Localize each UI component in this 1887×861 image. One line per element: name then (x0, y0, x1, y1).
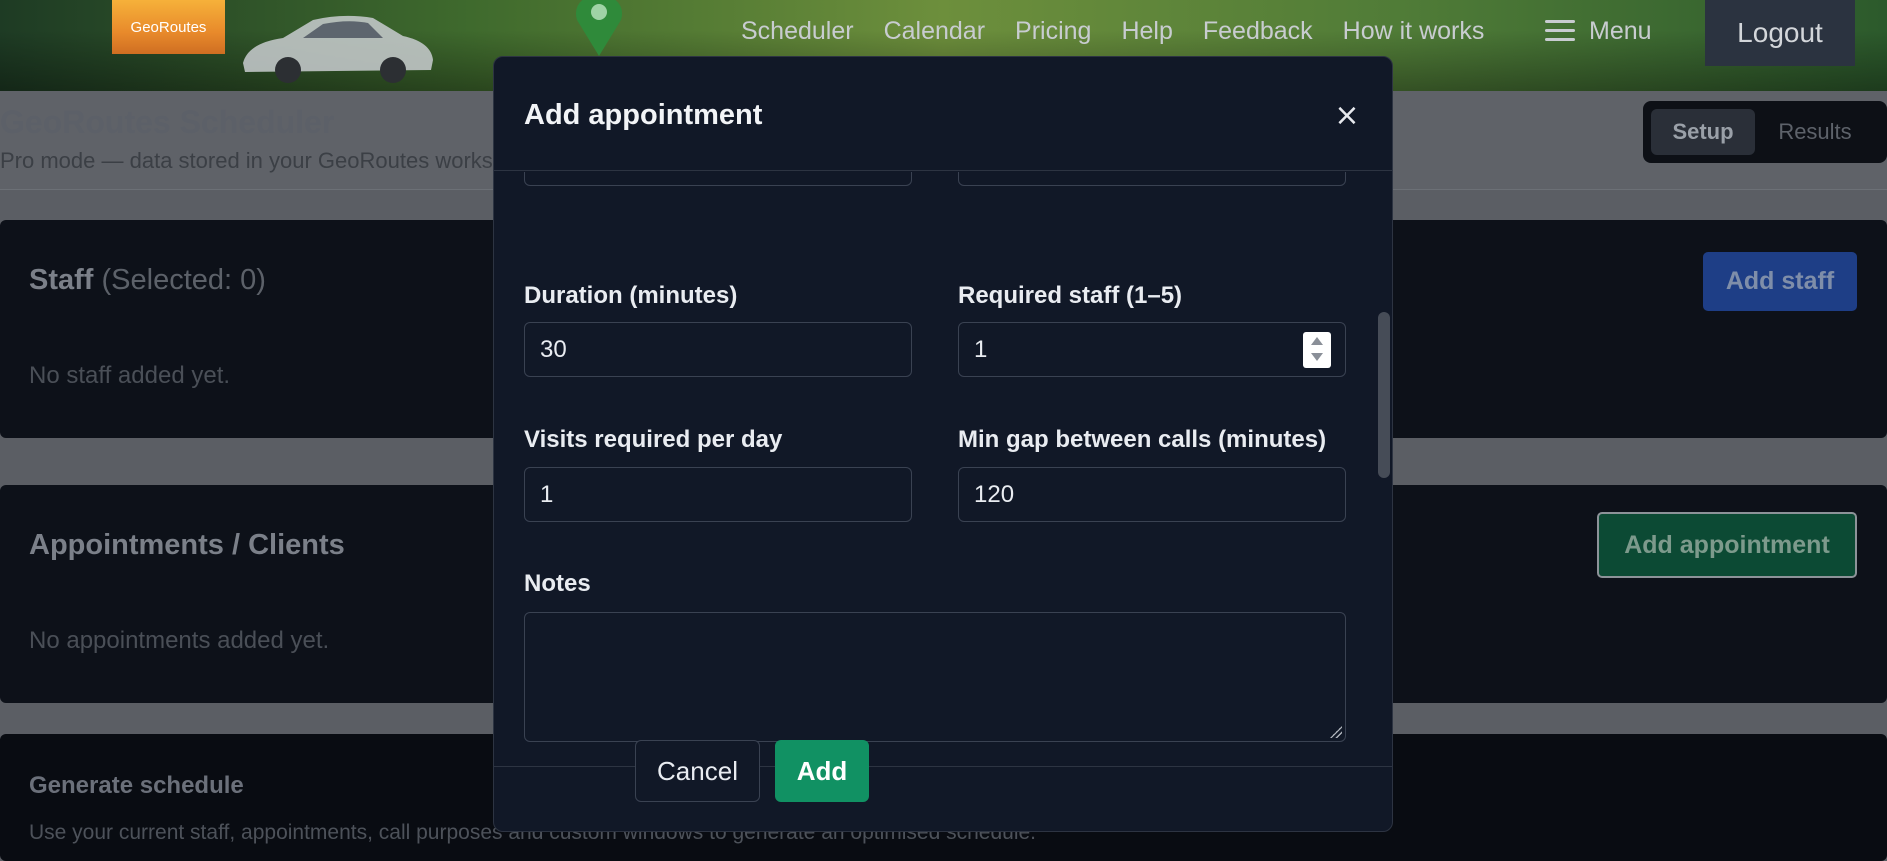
cancel-button[interactable]: Cancel (635, 740, 760, 802)
tab-results[interactable]: Results (1755, 109, 1875, 155)
tab-setup[interactable]: Setup (1651, 109, 1755, 155)
nav-link-scheduler[interactable]: Scheduler (741, 17, 854, 46)
previous-field-input-2[interactable] (958, 172, 1346, 186)
close-icon[interactable]: × (1332, 101, 1362, 131)
required-staff-value: 1 (974, 335, 988, 363)
generate-title: Generate schedule (29, 772, 244, 799)
staff-selected-count: (Selected: 0) (101, 264, 266, 296)
staff-card-title: Staff (Selected: 0) (29, 264, 266, 297)
staff-title-text: Staff (29, 264, 94, 296)
add-button[interactable]: Add (775, 740, 869, 802)
nav-link-feedback[interactable]: Feedback (1203, 17, 1313, 46)
appointments-empty-text: No appointments added yet. (29, 627, 330, 654)
logout-button[interactable]: Logout (1705, 0, 1855, 66)
modal-title: Add appointment (524, 99, 763, 131)
min-gap-value: 120 (974, 480, 1015, 508)
visits-per-day-input[interactable]: 1 (524, 467, 912, 522)
duration-label: Duration (minutes) (524, 282, 738, 309)
add-appointment-modal: Add appointment × Duration (minutes) 30 … (493, 56, 1393, 832)
modal-footer (494, 766, 1392, 831)
nav-link-help[interactable]: Help (1121, 17, 1172, 46)
modal-header: Add appointment × (494, 57, 1392, 171)
required-staff-input[interactable]: 1 (958, 322, 1346, 377)
page-title: GeoRoutes Scheduler (0, 104, 335, 140)
previous-field-input[interactable] (524, 172, 912, 186)
modal-scrollbar[interactable] (1378, 312, 1390, 478)
staff-empty-text: No staff added yet. (29, 362, 231, 389)
min-gap-input[interactable]: 120 (958, 467, 1346, 522)
nav-link-calendar[interactable]: Calendar (884, 17, 985, 46)
menu-button[interactable]: Menu (1545, 12, 1652, 50)
stepper-up-icon[interactable] (1311, 337, 1323, 345)
main-nav: Scheduler Calendar Pricing Help Feedback… (741, 0, 1514, 62)
stepper-down-icon[interactable] (1311, 353, 1323, 361)
car-icon (243, 15, 433, 83)
duration-input[interactable]: 30 (524, 322, 912, 377)
nav-link-pricing[interactable]: Pricing (1015, 17, 1091, 46)
notes-label: Notes (524, 570, 591, 597)
hamburger-icon (1545, 20, 1575, 42)
page-subtitle: Pro mode — data stored in your GeoRoutes… (0, 148, 493, 173)
add-staff-button[interactable]: Add staff (1703, 252, 1857, 311)
number-stepper-icon[interactable] (1303, 332, 1331, 368)
duration-value: 30 (540, 335, 567, 363)
add-appointment-button[interactable]: Add appointment (1597, 512, 1857, 578)
resize-grip-icon[interactable] (1330, 726, 1342, 738)
menu-label: Menu (1589, 16, 1652, 45)
required-staff-label: Required staff (1–5) (958, 282, 1183, 309)
appointments-card-title: Appointments / Clients (29, 529, 345, 561)
min-gap-label: Min gap between calls (minutes) (958, 426, 1327, 453)
map-pin-icon (576, 0, 622, 56)
nav-link-how-it-works[interactable]: How it works (1343, 17, 1485, 46)
view-switcher: Setup Results (1643, 101, 1887, 163)
notes-textarea[interactable] (524, 612, 1346, 742)
modal-body: Duration (minutes) 30 Required staff (1–… (494, 172, 1392, 766)
visits-per-day-value: 1 (540, 480, 554, 508)
visits-per-day-label: Visits required per day (524, 426, 783, 453)
georoutes-logo[interactable]: GeoRoutes (112, 0, 225, 54)
logo-text: GeoRoutes (130, 18, 207, 36)
